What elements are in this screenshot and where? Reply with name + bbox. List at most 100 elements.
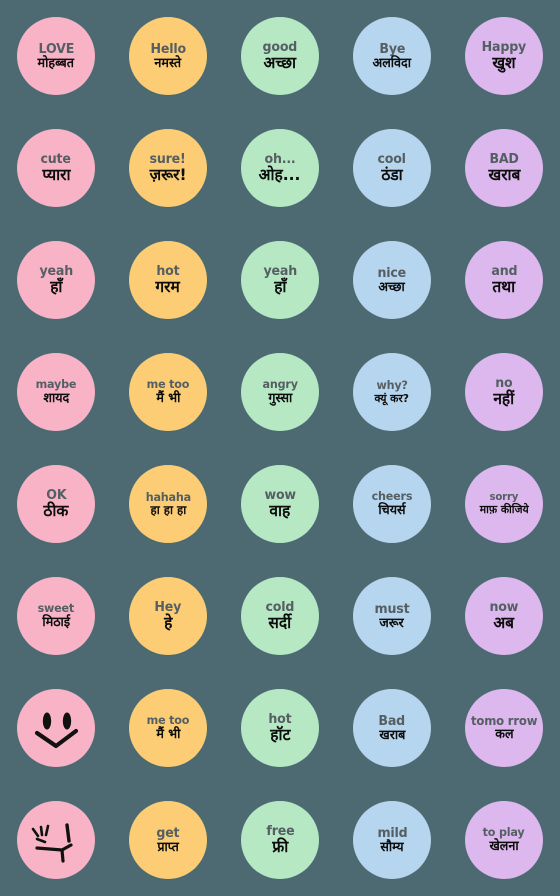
sticker-mild[interactable]: mild सौम्य bbox=[353, 801, 431, 879]
smiley-face-icon bbox=[34, 712, 79, 749]
sticker-cell[interactable]: hahaha हा हा हा bbox=[112, 448, 224, 560]
sticker-cell[interactable]: Happy खुश bbox=[448, 0, 560, 112]
sticker-happy[interactable]: Happy खुश bbox=[465, 17, 543, 95]
sticker-cold[interactable]: cold सर्दी bbox=[241, 577, 319, 655]
sticker-oh[interactable]: oh... ओह... bbox=[241, 129, 319, 207]
sticker-english-label: me too bbox=[146, 377, 190, 392]
sticker-cell[interactable]: free फ्री bbox=[224, 784, 336, 896]
sticker-must[interactable]: must जरूर bbox=[353, 577, 431, 655]
sticker-hindi-label: सौम्य bbox=[380, 839, 404, 855]
sticker-sweet[interactable]: sweet मिठाई bbox=[17, 577, 95, 655]
sticker-cell[interactable]: me too मैं भी bbox=[112, 336, 224, 448]
sticker-yeah-green[interactable]: yeah हाँ bbox=[241, 241, 319, 319]
sticker-cell[interactable]: OK ठीक bbox=[0, 448, 112, 560]
sticker-cell[interactable]: Hello नमस्ते bbox=[112, 0, 224, 112]
sticker-cell[interactable]: tomo rrow कल bbox=[448, 672, 560, 784]
sticker-bye[interactable]: Bye अलविदा bbox=[353, 17, 431, 95]
sticker-hello[interactable]: Hello नमस्ते bbox=[129, 17, 207, 95]
sticker-cell[interactable]: good अच्छा bbox=[224, 0, 336, 112]
sticker-hindi-label: खराब bbox=[379, 727, 405, 743]
sticker-cell[interactable]: sweet मिठाई bbox=[0, 560, 112, 672]
sticker-metoo-1[interactable]: me too मैं भी bbox=[129, 353, 207, 431]
sticker-cell[interactable]: cute प्यारा bbox=[0, 112, 112, 224]
sticker-hindi-label: नमस्ते bbox=[154, 55, 182, 71]
sticker-cell[interactable]: oh... ओह... bbox=[224, 112, 336, 224]
sticker-english-label: sweet bbox=[37, 601, 75, 616]
sticker-good[interactable]: good अच्छा bbox=[241, 17, 319, 95]
sticker-toplay[interactable]: to play खेलना bbox=[465, 801, 543, 879]
sticker-cell[interactable]: hot हॉट bbox=[224, 672, 336, 784]
sticker-cell[interactable]: and तथा bbox=[448, 224, 560, 336]
sticker-cell[interactable]: cool ठंडा bbox=[336, 112, 448, 224]
sticker-hindi-label: वाह bbox=[269, 501, 291, 520]
sticker-cell[interactable]: Bye अलविदा bbox=[336, 0, 448, 112]
sticker-cell[interactable]: sure! ज़रूर! bbox=[112, 112, 224, 224]
sticker-hindi-label: ठंडा bbox=[381, 165, 403, 184]
sticker-english-label: why? bbox=[376, 378, 408, 393]
sticker-cell[interactable]: Hey हे bbox=[112, 560, 224, 672]
sticker-cell[interactable]: nice अच्छा bbox=[336, 224, 448, 336]
sticker-ok[interactable]: OK ठीक bbox=[17, 465, 95, 543]
sticker-english-label: angry bbox=[262, 377, 298, 392]
sticker-cool[interactable]: cool ठंडा bbox=[353, 129, 431, 207]
sticker-yeah-pink[interactable]: yeah हाँ bbox=[17, 241, 95, 319]
sticker-no[interactable]: no नहीं bbox=[465, 353, 543, 431]
sticker-cell[interactable]: cold सर्दी bbox=[224, 560, 336, 672]
sticker-and[interactable]: and तथा bbox=[465, 241, 543, 319]
sticker-english-label: Hello bbox=[150, 41, 186, 57]
sticker-cell[interactable]: cheers चियर्स bbox=[336, 448, 448, 560]
sticker-cell[interactable]: get प्राप्त bbox=[112, 784, 224, 896]
sticker-cell[interactable]: me too मैं भी bbox=[112, 672, 224, 784]
sticker-maybe[interactable]: maybe शायद bbox=[17, 353, 95, 431]
sticker-why[interactable]: why? क्यूं कर? bbox=[353, 353, 431, 431]
sticker-hindi-label: गुस्सा bbox=[268, 390, 292, 406]
sticker-cell[interactable]: yeah हाँ bbox=[224, 224, 336, 336]
sticker-hot[interactable]: hot हॉट bbox=[241, 689, 319, 767]
sticker-hindi-label: खराब bbox=[488, 165, 520, 184]
sticker-english-label: mild bbox=[376, 825, 408, 841]
sticker-cell[interactable]: why? क्यूं कर? bbox=[336, 336, 448, 448]
sticker-angry[interactable]: angry गुस्सा bbox=[241, 353, 319, 431]
sticker-tomorrow[interactable]: tomo rrow कल bbox=[465, 689, 543, 767]
sticker-cute[interactable]: cute प्यारा bbox=[17, 129, 95, 207]
sticker-hindi-label: नहीं bbox=[493, 389, 515, 408]
sticker-cell[interactable]: angry गुस्सा bbox=[224, 336, 336, 448]
sticker-cropped-face[interactable] bbox=[17, 801, 95, 879]
sticker-cell[interactable]: to play खेलना bbox=[448, 784, 560, 896]
sticker-free[interactable]: free फ्री bbox=[241, 801, 319, 879]
sticker-hindi-label: खुश bbox=[492, 53, 516, 72]
sticker-hahaha[interactable]: hahaha हा हा हा bbox=[129, 465, 207, 543]
sticker-sure[interactable]: sure! ज़रूर! bbox=[129, 129, 207, 207]
sticker-hey[interactable]: Hey हे bbox=[129, 577, 207, 655]
sticker-cheers[interactable]: cheers चियर्स bbox=[353, 465, 431, 543]
sticker-get[interactable]: get प्राप्त bbox=[129, 801, 207, 879]
sticker-nice[interactable]: nice अच्छा bbox=[353, 241, 431, 319]
sticker-cell[interactable]: now अब bbox=[448, 560, 560, 672]
sticker-cell[interactable]: Bad खराब bbox=[336, 672, 448, 784]
sticker-cell[interactable] bbox=[0, 784, 112, 896]
sticker-sorry[interactable]: sorry माफ़ कीजिये bbox=[465, 465, 543, 543]
sticker-love[interactable]: LOVE मोहब्बत bbox=[17, 17, 95, 95]
sticker-bad[interactable]: BAD खराब bbox=[465, 129, 543, 207]
sticker-hindi-label: हे bbox=[163, 613, 173, 632]
sticker-hindi-label: माफ़ कीजिये bbox=[479, 502, 529, 516]
sticker-cell[interactable]: yeah हाँ bbox=[0, 224, 112, 336]
sticker-cell[interactable]: hot गरम bbox=[112, 224, 224, 336]
sticker-cell[interactable]: no नहीं bbox=[448, 336, 560, 448]
sticker-cell[interactable]: sorry माफ़ कीजिये bbox=[448, 448, 560, 560]
sticker-hindi-label: मैं भी bbox=[155, 726, 181, 742]
sticker-cell[interactable]: mild सौम्य bbox=[336, 784, 448, 896]
sticker-cell[interactable]: BAD खराब bbox=[448, 112, 560, 224]
sticker-wow[interactable]: wow वाह bbox=[241, 465, 319, 543]
sticker-cell[interactable]: must जरूर bbox=[336, 560, 448, 672]
sticker-hot-warm[interactable]: hot गरम bbox=[129, 241, 207, 319]
sticker-now[interactable]: now अब bbox=[465, 577, 543, 655]
sticker-cell[interactable]: LOVE मोहब्बत bbox=[0, 0, 112, 112]
sticker-hindi-label: क्यूं कर? bbox=[374, 391, 410, 405]
sticker-metoo-2[interactable]: me too मैं भी bbox=[129, 689, 207, 767]
sticker-smiley[interactable] bbox=[17, 689, 95, 767]
sticker-cell[interactable] bbox=[0, 672, 112, 784]
sticker-bad-2[interactable]: Bad खराब bbox=[353, 689, 431, 767]
sticker-cell[interactable]: wow वाह bbox=[224, 448, 336, 560]
sticker-cell[interactable]: maybe शायद bbox=[0, 336, 112, 448]
